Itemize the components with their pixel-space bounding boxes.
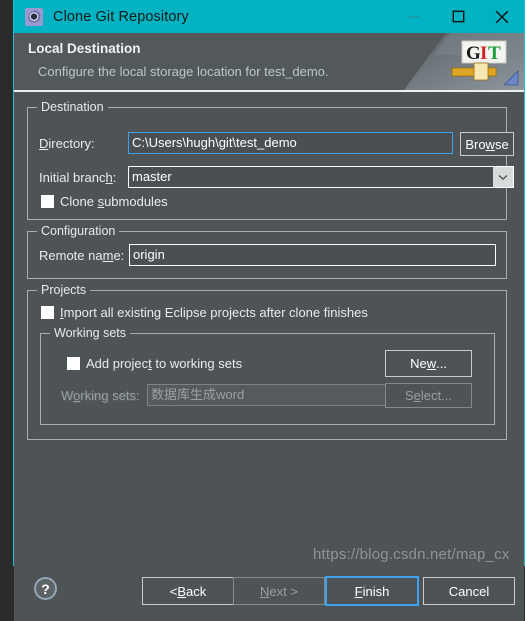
- wizard-header: Local Destination Configure the local st…: [14, 33, 524, 90]
- checkbox-box[interactable]: [41, 306, 54, 319]
- clone-git-repository-dialog: Clone Git Repository Local Destination C…: [13, 0, 525, 621]
- clone-submodules-label: Clone submodules: [60, 194, 168, 209]
- back-button[interactable]: < Back: [142, 577, 234, 605]
- remote-name-label: Remote name:: [39, 248, 125, 263]
- maximize-icon[interactable]: [436, 0, 480, 33]
- minimize-icon[interactable]: [392, 0, 436, 33]
- import-projects-label: Import all existing Eclipse projects aft…: [60, 305, 368, 320]
- browse-button[interactable]: Bro w se: [460, 132, 514, 156]
- directory-label: Directory:: [39, 136, 95, 151]
- watermark: https://blog.csdn.net/map_cx: [313, 546, 510, 563]
- projects-group: Projects Import all existing Eclipse pro…: [27, 283, 507, 440]
- title-bar: Clone Git Repository: [14, 0, 524, 33]
- configuration-group-legend: Configuration: [37, 224, 120, 238]
- window-title: Clone Git Repository: [53, 8, 189, 25]
- page-subtitle: Configure the local storage location for…: [38, 64, 329, 79]
- destination-group: Destination Directory: C:\Users\hugh\git…: [27, 100, 514, 220]
- initial-branch-label: Initial branch:: [39, 170, 117, 185]
- page-title: Local Destination: [28, 41, 141, 56]
- dialog-body: Destination Directory: C:\Users\hugh\git…: [14, 92, 524, 565]
- add-project-checkbox[interactable]: Add project to working sets: [67, 356, 242, 371]
- remote-name-input[interactable]: origin: [129, 244, 496, 266]
- checkbox-box[interactable]: [67, 357, 80, 370]
- configuration-group: Configuration Remote name: origin: [27, 224, 507, 279]
- finish-button[interactable]: Finish: [325, 576, 419, 606]
- svg-text:G: G: [466, 43, 481, 64]
- import-projects-checkbox[interactable]: Import all existing Eclipse projects aft…: [41, 305, 368, 320]
- clone-submodules-checkbox[interactable]: Clone submodules: [41, 194, 168, 209]
- cancel-button[interactable]: Cancel: [423, 577, 515, 605]
- working-sets-group: Working sets Add project to working sets…: [40, 326, 495, 425]
- working-sets-combo: 数据库生成word: [147, 384, 409, 406]
- working-sets-value: 数据库生成word: [151, 387, 245, 402]
- close-icon[interactable]: [480, 0, 524, 33]
- projects-group-legend: Projects: [37, 283, 91, 297]
- git-repository-icon: [25, 7, 43, 26]
- chevron-down-icon[interactable]: [493, 167, 513, 187]
- svg-text:I: I: [480, 43, 487, 64]
- checkbox-box[interactable]: [41, 195, 54, 208]
- working-sets-group-legend: Working sets: [50, 326, 131, 340]
- new-working-set-button[interactable]: Ne w...: [385, 350, 472, 377]
- initial-branch-combo[interactable]: master: [128, 166, 514, 188]
- working-sets-label: Working sets:: [61, 388, 140, 403]
- initial-branch-value: master: [132, 169, 172, 184]
- svg-text:T: T: [488, 43, 501, 64]
- next-button: Next >: [233, 577, 325, 605]
- dialog-footer: ? < Back Next > Finish Cancel: [14, 565, 524, 621]
- add-project-label: Add project to working sets: [86, 356, 243, 371]
- help-icon[interactable]: ?: [34, 577, 57, 600]
- select-working-set-button: Se lect...: [385, 383, 472, 408]
- window-controls: [392, 0, 524, 33]
- destination-group-legend: Destination: [37, 100, 108, 114]
- directory-input[interactable]: C:\Users\hugh\git\test_demo: [128, 132, 453, 154]
- svg-text:?: ?: [41, 581, 50, 597]
- git-logo: G I T: [404, 33, 524, 90]
